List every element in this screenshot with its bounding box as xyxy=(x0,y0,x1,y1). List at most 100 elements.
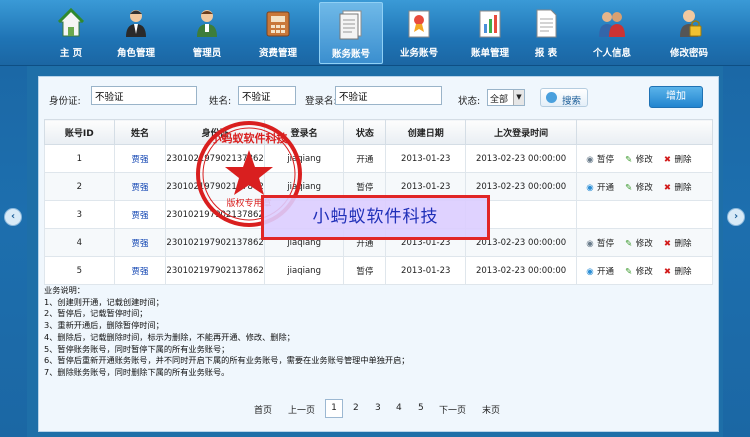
next-page-link[interactable]: 下一页 xyxy=(439,403,466,416)
name-link[interactable]: 贾强 xyxy=(132,155,149,165)
eye-icon: ◉ xyxy=(586,238,594,249)
nav-label: 账单管理 xyxy=(470,48,509,59)
account-icon xyxy=(339,10,362,40)
login-input[interactable] xyxy=(335,86,442,105)
edit-button[interactable]: ✎ 修改 xyxy=(624,153,653,165)
cell-actions: ◉ 暂停 ✎ 修改 ✖ 删除 xyxy=(576,144,713,173)
col-actions xyxy=(576,119,713,145)
business-notes: 业务说明： 1、创建则开通，记载创建时间； 2、暂停后，记载暂停时间； 3、重新… xyxy=(44,285,409,379)
nav-account[interactable]: 账务账号 xyxy=(319,2,383,64)
note-line: 1、创建则开通，记载创建时间； xyxy=(44,296,164,307)
delete-button[interactable]: ✖ 删除 xyxy=(662,265,692,277)
service-icon xyxy=(408,10,430,38)
page-link[interactable]: 4 xyxy=(396,403,402,413)
cell-actions: ◉ 暂停 ✎ 修改 ✖ 删除 xyxy=(576,228,713,257)
nav-home[interactable]: 主 页 xyxy=(39,2,103,64)
admin-icon xyxy=(197,10,217,37)
nav-label: 个人信息 xyxy=(592,48,631,59)
cell-actions: ◉ 开通 ✎ 修改 ✖ 删除 xyxy=(576,172,713,201)
page-link-current[interactable]: 1 xyxy=(325,399,343,418)
name-link[interactable]: 贾强 xyxy=(132,211,149,221)
search-button-label: 搜索 xyxy=(562,96,582,107)
idcard-label: 身份证: xyxy=(49,96,81,107)
chevron-left-icon: ‹ xyxy=(10,211,16,222)
nav-person[interactable]: 个人信息 xyxy=(580,2,644,64)
delete-button[interactable]: ✖ 删除 xyxy=(662,237,692,249)
table-row: 1 贾强 230102197902137862 jiaqiang 开通 2013… xyxy=(44,144,713,173)
edit-icon: ✎ xyxy=(625,182,633,193)
seal-text: 小蚂蚁软件科技 xyxy=(210,131,289,145)
nav-password[interactable]: 修改密码 xyxy=(657,2,721,64)
first-page-link[interactable]: 首页 xyxy=(254,403,272,416)
cell-id: 4 xyxy=(44,228,115,257)
page-link[interactable]: 2 xyxy=(353,403,359,413)
bill-icon xyxy=(479,10,501,38)
edit-button-label: 修改 xyxy=(635,266,653,277)
name-input[interactable] xyxy=(238,86,296,105)
pause-button-label: 暂停 xyxy=(597,154,615,165)
status-select[interactable]: 全部 ▼ xyxy=(487,89,525,106)
edit-icon: ✎ xyxy=(625,238,633,249)
eye-icon: ◉ xyxy=(586,182,594,193)
cell-id: 2 xyxy=(44,172,115,201)
delete-icon: ✖ xyxy=(663,154,672,165)
cell-name: 贾强 xyxy=(113,200,167,229)
nav-report[interactable]: 报 表 xyxy=(514,2,578,64)
eye-icon: ◉ xyxy=(586,154,594,165)
edit-icon: ✎ xyxy=(625,154,633,165)
idcard-input[interactable] xyxy=(91,86,197,105)
nav-role[interactable]: 角色管理 xyxy=(104,2,168,64)
nav-fee[interactable]: 资费管理 xyxy=(246,2,310,64)
edit-button[interactable]: ✎ 修改 xyxy=(624,181,653,193)
page-link[interactable]: 3 xyxy=(375,403,381,413)
open-button[interactable]: ◉ 开通 xyxy=(585,265,614,277)
nav-label: 主 页 xyxy=(59,48,83,59)
report-icon xyxy=(536,9,557,38)
nav-label: 业务账号 xyxy=(399,48,438,59)
nav-bill[interactable]: 账单管理 xyxy=(458,2,522,64)
fee-icon xyxy=(266,11,290,37)
edit-button[interactable]: ✎ 修改 xyxy=(624,237,653,249)
cell-created: 2013-01-23 xyxy=(385,256,467,285)
lock-icon xyxy=(680,10,702,37)
pagination: 首页 上一页 1 2 3 4 5 下一页 末页 xyxy=(39,399,718,418)
scroll-left-button[interactable]: ‹ xyxy=(4,208,22,226)
page-link[interactable]: 5 xyxy=(418,403,424,413)
nav-service[interactable]: 业务账号 xyxy=(387,2,451,64)
note-line: 6、暂停后重新开通账务账号，并不同时开启下属的所有业务账号，需要在业务账号管理中… xyxy=(44,355,410,366)
pause-button[interactable]: ◉ 暂停 xyxy=(585,153,614,165)
scroll-right-button[interactable]: › xyxy=(727,208,745,226)
search-button[interactable]: 搜索 xyxy=(540,88,588,107)
prev-page-link[interactable]: 上一页 xyxy=(288,403,315,416)
cell-actions xyxy=(576,200,713,229)
cell-last-login: 2013-02-23 00:00:00 xyxy=(465,256,578,285)
role-icon xyxy=(126,10,146,37)
col-name: 姓名 xyxy=(113,119,167,145)
eye-icon: ◉ xyxy=(586,266,594,277)
col-created: 创建日期 xyxy=(385,119,467,145)
col-status: 状态 xyxy=(343,119,387,145)
col-last-login: 上次登录时间 xyxy=(465,119,578,145)
delete-button[interactable]: ✖ 删除 xyxy=(662,181,692,193)
pause-button[interactable]: ◉ 暂停 xyxy=(585,237,614,249)
cell-login: jiaqiang xyxy=(263,256,345,285)
delete-icon: ✖ xyxy=(663,238,672,249)
note-line: 业务说明： xyxy=(44,285,85,295)
name-link[interactable]: 贾强 xyxy=(132,183,149,193)
edit-button-label: 修改 xyxy=(635,154,653,165)
cell-name: 贾强 xyxy=(113,144,167,173)
edit-button[interactable]: ✎ 修改 xyxy=(624,265,653,277)
last-page-link[interactable]: 末页 xyxy=(482,403,500,416)
login-label: 登录名: xyxy=(305,96,337,107)
cell-id: 3 xyxy=(44,200,115,229)
nav-admin[interactable]: 管理员 xyxy=(175,2,239,64)
nav-label: 修改密码 xyxy=(669,48,708,59)
name-link[interactable]: 贾强 xyxy=(132,239,149,249)
name-link[interactable]: 贾强 xyxy=(132,267,149,277)
open-button[interactable]: ◉ 开通 xyxy=(585,181,614,193)
cell-created: 2013-01-23 xyxy=(385,144,467,173)
delete-button[interactable]: ✖ 删除 xyxy=(662,153,692,165)
cell-status: 开通 xyxy=(343,144,387,173)
add-button[interactable]: 增加 xyxy=(649,86,703,108)
right-sidebar: › xyxy=(723,66,750,437)
